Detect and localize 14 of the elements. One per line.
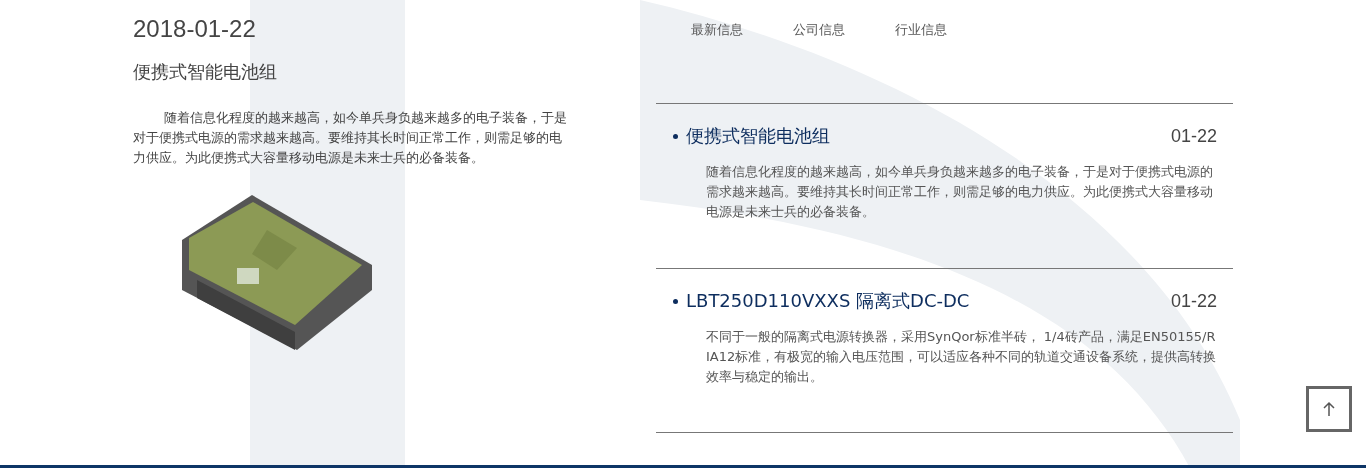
news-title-link[interactable]: LBT250D110VXXS 隔离式DC-DC bbox=[673, 289, 970, 313]
back-to-top-button[interactable] bbox=[1306, 386, 1352, 432]
news-tab[interactable]: 行业信息 bbox=[895, 20, 947, 42]
news-date: 01-22 bbox=[1170, 290, 1217, 312]
news-date: 01-22 bbox=[1170, 125, 1217, 147]
news-tab[interactable]: 公司信息 bbox=[793, 20, 845, 42]
news-title-link[interactable]: 便携式智能电池组 bbox=[673, 124, 830, 148]
up-arrow-icon bbox=[1323, 401, 1335, 417]
feature-title: 便携式智能电池组 bbox=[133, 60, 278, 84]
news-tab[interactable]: 最新信息 bbox=[691, 20, 743, 42]
news-summary: 不同于一般的隔离式电源转换器，采用SynQor标准半砖， 1/4砖产品，满足EN50155/RIA12标准，有极宽的输入电压范围，可以适应各种不同的轨道交通设备系统，提供高转换效率与稳定的输出。 bbox=[706, 328, 1217, 386]
news-summary: 随着信息化程度的越来越高，如今单兵身负越来越多的电子装备，于是对于便携式电源的需求越来越高。要维持其长时间正常工作，则需足够的电力供应。为此便携式大容量移动电源是未来士兵的必备装备。 bbox=[706, 163, 1214, 221]
feature-date: 2018-01-22 bbox=[133, 14, 257, 44]
feature-summary: 随着信息化程度的越来越高，如今单兵身负越来越多的电子装备，于是对于便携式电源的需求越来越高。要维持其长时间正常工作，则需足够的电力供应。为此便携式大容量移动电源是未来士兵的必备装备。 bbox=[133, 109, 569, 167]
